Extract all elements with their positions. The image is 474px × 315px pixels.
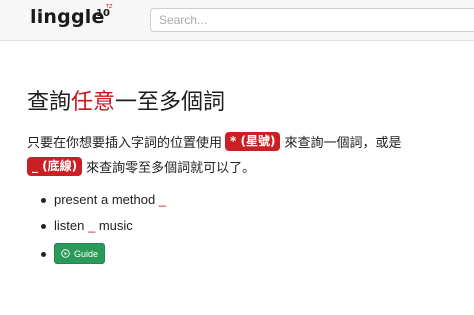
- example-item[interactable]: present a method _: [38, 191, 166, 217]
- title-after: 一至多個詞: [115, 90, 226, 115]
- example-blank: _: [158, 192, 167, 207]
- underscore-tag: _ (底線): [27, 157, 83, 176]
- page-title: 查詢任意一至多個詞: [27, 84, 225, 116]
- instruction-line-1: 只要在你想要插入字詞的位置使用 * (星號) 來查詢一個詞，或是: [27, 132, 401, 151]
- example-item[interactable]: listen _ music: [38, 217, 166, 243]
- title-highlight: 任意: [71, 90, 116, 115]
- instruction-line-2: _ (底線) 來查詢零至多個詞就可以了。: [27, 157, 255, 176]
- instruction-text-2: 來查詢一個詞，或是: [284, 136, 402, 151]
- example-text-before: listen: [54, 218, 88, 233]
- guide-button-label: Guide: [74, 248, 99, 259]
- instruction-text-1: 只要在你想要插入字詞的位置使用: [27, 136, 223, 151]
- example-text-after: music: [95, 218, 133, 233]
- title-before: 查詢: [27, 90, 72, 115]
- example-text: present a method: [54, 192, 159, 207]
- example-list: present a method _ listen _ music Guide: [38, 191, 166, 269]
- navbar: linggle 10 TZ: [0, 0, 474, 41]
- star-tag: * (星號): [225, 132, 281, 151]
- circle-play-icon: [61, 249, 70, 258]
- logo[interactable]: linggle: [30, 6, 105, 28]
- guide-button[interactable]: Guide: [54, 243, 106, 264]
- instruction-text-3: 來查詢零至多個詞就可以了。: [86, 161, 256, 176]
- logo-tz: TZ: [106, 4, 113, 10]
- guide-item: Guide: [38, 243, 166, 269]
- search-input[interactable]: [150, 8, 474, 32]
